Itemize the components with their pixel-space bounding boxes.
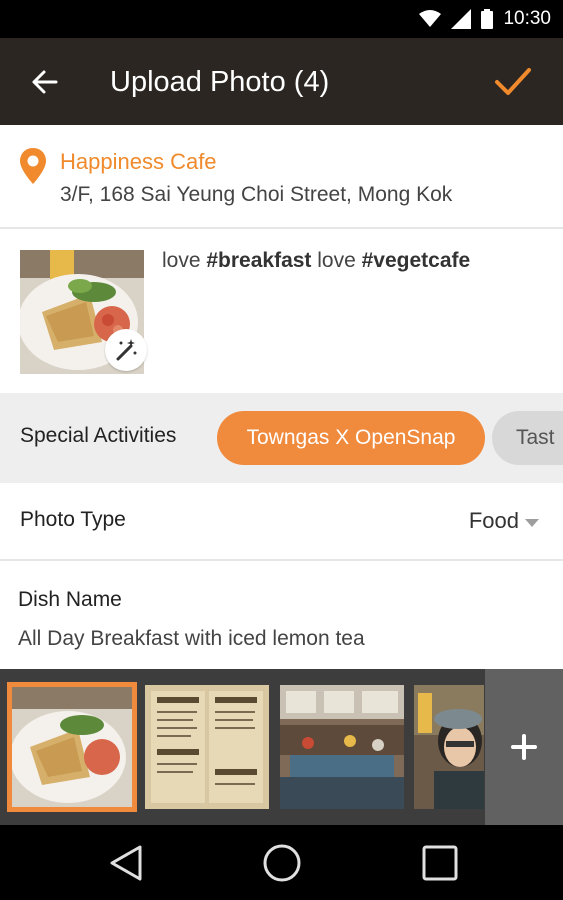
interior-photo	[280, 685, 404, 809]
nav-recents-icon	[422, 845, 458, 881]
special-activities-label: Special Activities	[20, 424, 177, 447]
photo-caption-row: love #breakfast love #vegetcafe	[0, 231, 563, 393]
food-photo	[10, 685, 134, 809]
filmstrip-thumb[interactable]	[280, 685, 404, 809]
restaurant-address: 3/F, 168 Sai Yeung Choi Street, Mong Kok	[60, 183, 453, 206]
special-activities-row: Special Activities Towngas X OpenSnap Ta…	[0, 393, 563, 483]
confirm-button[interactable]	[491, 60, 535, 104]
checkmark-icon	[495, 68, 531, 95]
status-bar: 10:30	[0, 0, 563, 38]
caption-text: love	[311, 249, 362, 272]
activity-chip[interactable]: Tast	[492, 411, 563, 465]
nav-recents-button[interactable]	[418, 841, 462, 885]
activity-chip-selected[interactable]: Towngas X OpenSnap	[217, 411, 485, 465]
caption-text: love	[162, 249, 207, 272]
back-button[interactable]	[24, 62, 64, 102]
page-title: Upload Photo (4)	[110, 66, 330, 98]
nav-back-button[interactable]	[104, 841, 148, 885]
nav-back-icon	[110, 845, 142, 881]
dish-name-label: Dish Name	[18, 588, 122, 611]
add-photo-button[interactable]	[485, 669, 563, 825]
photo-filmstrip	[0, 669, 563, 825]
filmstrip-thumb-selected[interactable]	[7, 682, 137, 812]
filmstrip-thumb[interactable]	[145, 685, 269, 809]
magic-wand-icon	[116, 339, 137, 361]
edit-photo-button[interactable]	[105, 329, 147, 371]
nav-home-icon	[263, 844, 301, 882]
dropdown-arrow-icon	[525, 519, 539, 527]
dish-name-row: Dish Name All Day Breakfast with iced le…	[0, 563, 563, 669]
person-photo	[414, 685, 484, 809]
photo-type-label: Photo Type	[20, 508, 126, 531]
photo-type-row[interactable]: Photo Type Food	[0, 483, 563, 561]
photo-caption[interactable]: love #breakfast love #vegetcafe	[162, 249, 470, 273]
app-bar: Upload Photo (4)	[0, 38, 563, 125]
system-nav-bar	[0, 825, 563, 900]
photo-type-select[interactable]: Food	[469, 508, 519, 534]
location-pin-icon	[20, 148, 46, 184]
menu-photo	[145, 685, 269, 809]
location-row[interactable]: Happiness Cafe 3/F, 168 Sai Yeung Choi S…	[0, 125, 563, 229]
cell-signal-icon	[451, 9, 472, 29]
battery-icon	[481, 9, 494, 29]
status-time: 10:30	[503, 8, 551, 29]
filmstrip-thumb[interactable]	[414, 685, 484, 809]
plus-icon	[511, 734, 537, 760]
nav-home-button[interactable]	[260, 841, 304, 885]
caption-hashtag: #breakfast	[206, 249, 312, 272]
wifi-icon	[419, 10, 442, 27]
restaurant-name[interactable]: Happiness Cafe	[60, 149, 217, 175]
dish-name-field[interactable]: All Day Breakfast with iced lemon tea	[18, 627, 365, 651]
caption-hashtag: #vegetcafe	[361, 249, 471, 272]
back-arrow-icon	[32, 70, 58, 94]
